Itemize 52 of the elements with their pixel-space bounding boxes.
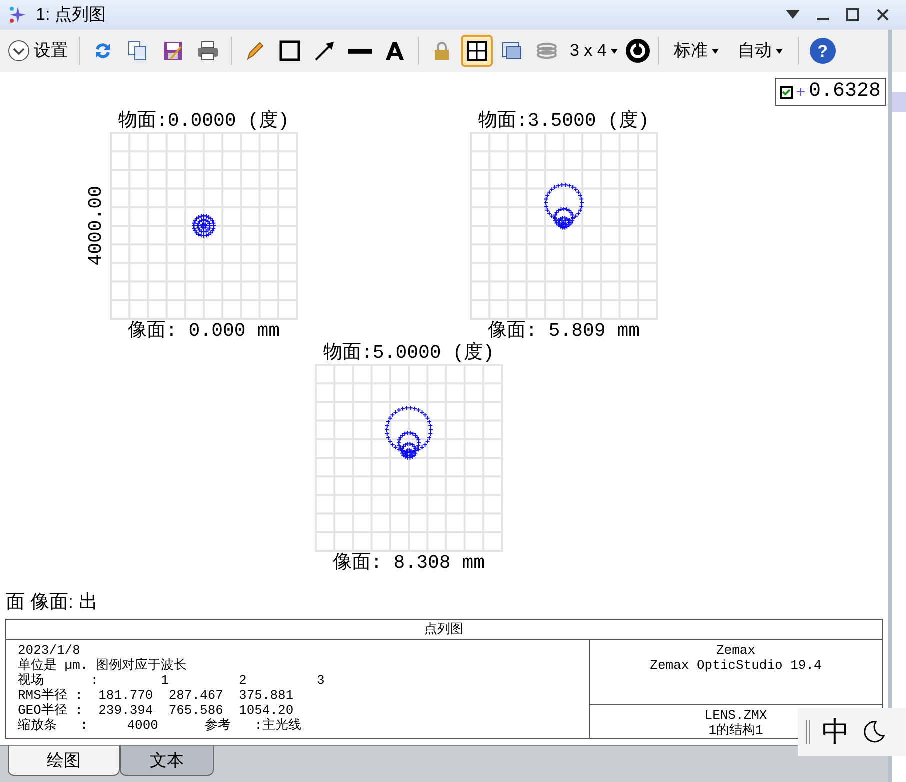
info-line: 缩放条 : 4000 参考 :主光线 bbox=[18, 718, 302, 733]
save-icon bbox=[161, 39, 185, 63]
input-mode-label[interactable]: 中 bbox=[822, 711, 850, 753]
text-tool-icon bbox=[383, 39, 407, 63]
legend-checkbox[interactable] bbox=[780, 86, 793, 98]
brand-line: Zemax bbox=[716, 643, 756, 658]
image-height-label: 像面: 0.000 mm bbox=[128, 320, 280, 342]
close-icon[interactable] bbox=[876, 8, 890, 22]
info-line: 视场 : 1 2 3 bbox=[18, 673, 326, 688]
grid-icon bbox=[465, 39, 489, 63]
toolbar-button[interactable] bbox=[461, 35, 493, 67]
surface-label: 面 像面: 出 bbox=[6, 590, 99, 614]
moon-icon[interactable] bbox=[862, 720, 886, 744]
caret-icon bbox=[712, 48, 719, 54]
wavelength-value: 0.6328 bbox=[808, 79, 881, 105]
layout-dropdown[interactable]: 3 x 4 bbox=[566, 38, 622, 64]
caret-icon bbox=[610, 48, 618, 54]
settings-button[interactable]: 设置 bbox=[8, 38, 72, 64]
view-tab[interactable]: 绘图 bbox=[8, 746, 120, 776]
sparkle-icon bbox=[8, 5, 28, 25]
maximize-icon[interactable] bbox=[846, 8, 860, 22]
info-line: 2023/1/8 bbox=[18, 643, 82, 658]
scale-bar-label: 4000.00 bbox=[84, 186, 108, 266]
chevron-down-icon bbox=[8, 40, 30, 62]
option-dropdown[interactable]: 自动 bbox=[730, 38, 791, 64]
check-icon bbox=[782, 88, 791, 96]
spot-diagram bbox=[544, 182, 584, 230]
field-title: 物面:0.0000 (度) bbox=[118, 110, 290, 132]
field-title: 物面:5.0000 (度) bbox=[323, 342, 495, 364]
table-heading: 点列图 bbox=[6, 620, 882, 640]
plus-marker-icon bbox=[796, 88, 805, 96]
view-tab[interactable]: 文本 bbox=[120, 746, 214, 776]
spot-diagram bbox=[384, 406, 434, 460]
info-line: RMS半径 : 181.770 287.467 375.881 bbox=[18, 688, 295, 703]
field-title: 物面:3.5000 (度) bbox=[478, 110, 650, 132]
info-line: GEO半径 : 239.394 765.586 1054.20 bbox=[18, 703, 295, 718]
arrow-icon bbox=[313, 39, 337, 63]
file-line: 1的结构1 bbox=[708, 723, 764, 738]
help-button[interactable]: ? bbox=[810, 38, 836, 64]
spot-diagram bbox=[192, 214, 216, 238]
caret-icon bbox=[776, 48, 783, 54]
option-dropdown[interactable]: 标准 bbox=[666, 38, 727, 64]
dropdown-icon[interactable] bbox=[786, 10, 800, 20]
image-height-label: 像面: 8.308 mm bbox=[332, 552, 486, 574]
rectangle-icon bbox=[278, 39, 302, 63]
window-title: 1: 点列图 bbox=[36, 4, 106, 26]
image-height-label: 像面: 5.809 mm bbox=[488, 320, 640, 342]
brand-line: Zemax OpticStudio 19.4 bbox=[650, 658, 822, 673]
file-line: LENS.ZMX bbox=[704, 708, 768, 723]
printer-icon bbox=[196, 39, 220, 63]
info-line: 单位是 µm. 图例对应于波长 bbox=[18, 658, 188, 673]
power-icon[interactable] bbox=[624, 38, 651, 64]
